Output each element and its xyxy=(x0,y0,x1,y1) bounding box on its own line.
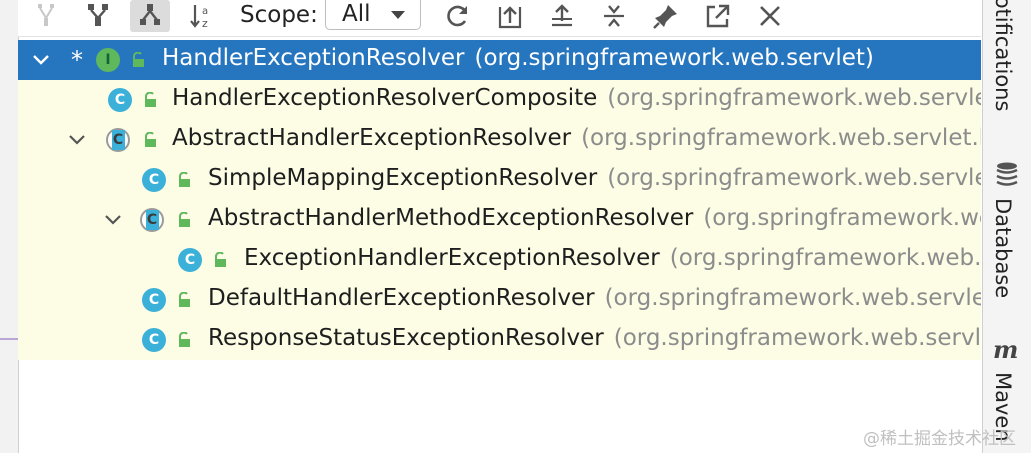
tree-row[interactable]: C DefaultHandlerExceptionResolver (org.sp… xyxy=(18,280,981,320)
public-lock-icon xyxy=(179,292,190,307)
tree-row-label: HandlerExceptionResolver (org.springframe… xyxy=(162,45,874,71)
focus-marker: * xyxy=(71,46,83,74)
tree-row-label: AbstractHandlerExceptionResolver (org.spr… xyxy=(172,125,981,151)
public-lock-icon xyxy=(179,212,190,227)
svg-text:m: m xyxy=(993,338,1018,362)
hierarchy-toolbar: az Scope: All xyxy=(18,0,981,37)
public-lock-icon xyxy=(145,92,156,107)
tree-row-label: ExceptionHandlerExceptionResolver (org.sp… xyxy=(244,245,981,271)
tree-row-label: SimpleMappingExceptionResolver (org.sprin… xyxy=(208,165,981,191)
collapse-all-icon[interactable] xyxy=(594,0,634,32)
right-tool-window-bar: Notifications Database m Maven xyxy=(982,0,1031,453)
scope-dropdown[interactable]: All xyxy=(325,0,421,30)
class-icon: C xyxy=(142,328,166,352)
database-tab[interactable]: Database xyxy=(983,160,1031,310)
public-lock-icon xyxy=(133,52,144,67)
chevron-down-icon xyxy=(391,11,405,19)
chevron-down-icon[interactable] xyxy=(68,131,86,149)
scope-value: All xyxy=(342,1,371,27)
chevron-down-icon[interactable] xyxy=(32,51,50,69)
class-hierarchy-icon[interactable] xyxy=(130,0,170,32)
public-lock-icon xyxy=(179,172,190,187)
tree-row[interactable]: * I HandlerExceptionResolver (org.springf… xyxy=(18,40,981,80)
database-icon xyxy=(996,162,1018,186)
tree-row[interactable]: C ResponseStatusExceptionResolver (org.sp… xyxy=(18,320,981,360)
type-hierarchy-tree: * I HandlerExceptionResolver (org.springf… xyxy=(18,40,981,360)
svg-text:z: z xyxy=(202,17,208,29)
subtypes-hierarchy-icon[interactable] xyxy=(78,0,118,32)
scope-label: Scope: xyxy=(240,2,318,28)
class-icon: C xyxy=(142,168,166,192)
tree-row[interactable]: C SimpleMappingExceptionResolver (org.spr… xyxy=(18,160,981,200)
tree-row[interactable]: C ExceptionHandlerExceptionResolver (org.… xyxy=(18,240,981,280)
interface-icon: I xyxy=(96,48,120,72)
export-to-text-icon[interactable] xyxy=(490,0,530,32)
chevron-down-icon[interactable] xyxy=(104,211,122,229)
public-lock-icon xyxy=(145,132,156,147)
abstract-class-icon: C xyxy=(140,208,164,232)
tree-row[interactable]: C AbstractHandlerMethodExceptionResolver… xyxy=(18,200,981,240)
maven-icon: m xyxy=(993,338,1018,362)
open-in-window-icon[interactable] xyxy=(698,0,738,32)
watermark: @稀土掘金技术社区 xyxy=(863,429,1016,449)
class-icon: C xyxy=(142,288,166,312)
tree-row-label: AbstractHandlerMethodExceptionResolver (o… xyxy=(208,205,981,231)
gutter-marker xyxy=(0,338,18,340)
sort-alphabetically-icon[interactable]: az xyxy=(182,0,222,32)
tree-row[interactable]: C HandlerExceptionResolverComposite (org.… xyxy=(18,80,981,120)
notifications-tab[interactable]: Notifications xyxy=(983,0,1031,120)
svg-text:a: a xyxy=(202,6,208,17)
tree-row-label: ResponseStatusExceptionResolver (org.spri… xyxy=(208,325,981,351)
abstract-class-icon: C xyxy=(106,128,130,152)
public-lock-icon xyxy=(215,252,226,267)
expand-all-icon[interactable] xyxy=(542,0,582,32)
database-tab-label: Database xyxy=(991,198,1015,299)
tree-row-label: HandlerExceptionResolverComposite (org.sp… xyxy=(172,85,981,111)
close-icon[interactable] xyxy=(750,0,790,32)
public-lock-icon xyxy=(179,332,190,347)
tree-row[interactable]: C AbstractHandlerExceptionResolver (org.s… xyxy=(18,120,981,160)
notifications-tab-label: Notifications xyxy=(991,0,1015,112)
supertypes-hierarchy-icon[interactable] xyxy=(26,0,66,32)
pin-tab-icon[interactable] xyxy=(646,0,686,32)
class-icon: C xyxy=(108,88,132,112)
class-icon: C xyxy=(178,248,202,272)
refresh-icon[interactable] xyxy=(438,0,478,32)
editor-gutter-strip xyxy=(0,0,19,453)
tree-row-label: DefaultHandlerExceptionResolver (org.spri… xyxy=(208,285,981,311)
